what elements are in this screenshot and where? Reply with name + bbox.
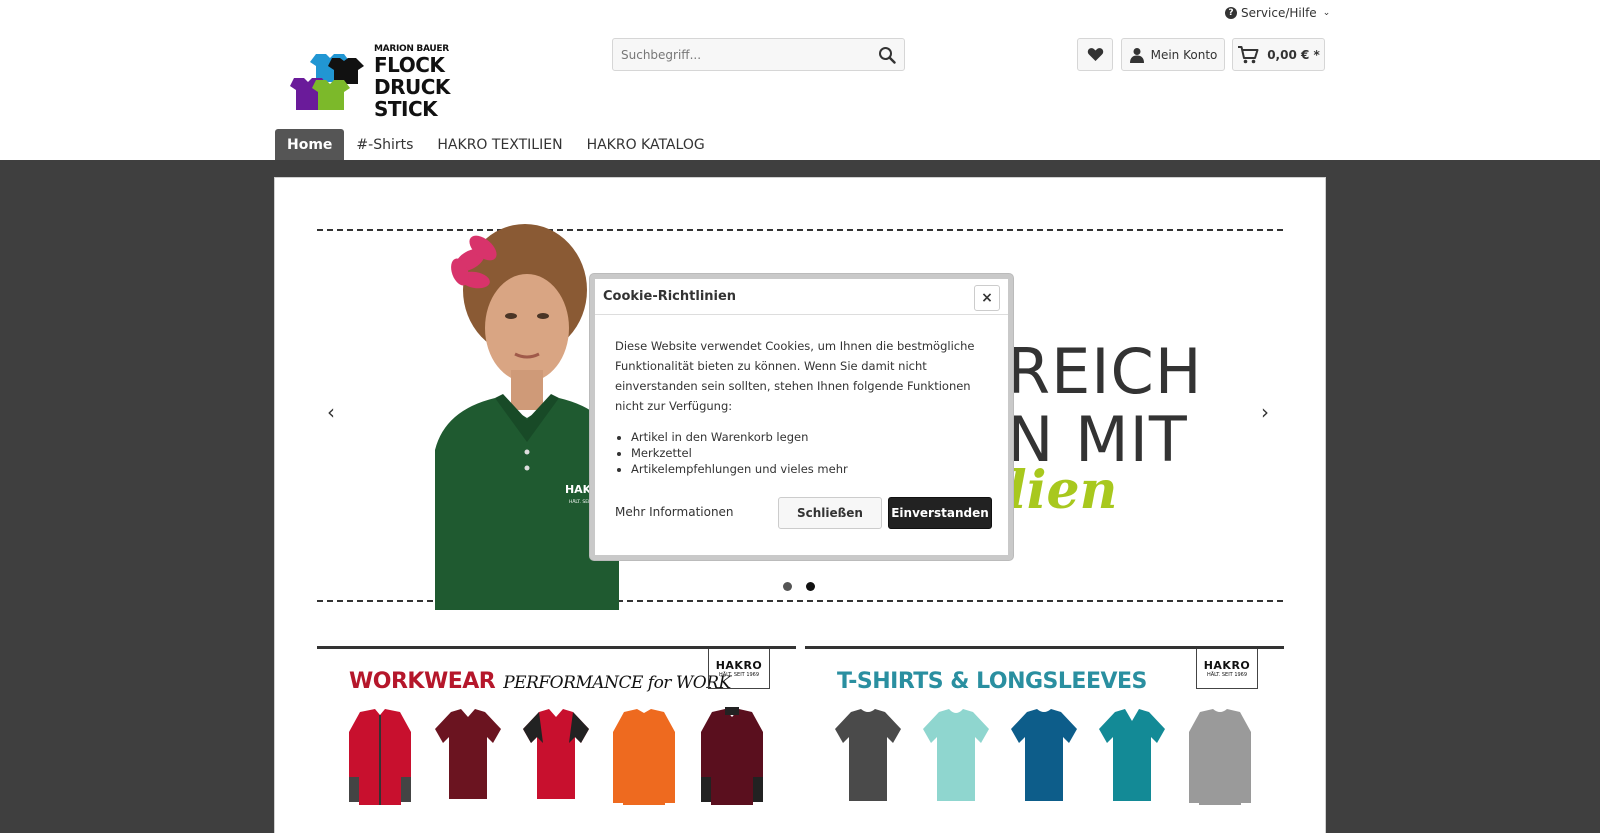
list-item: Merkzettel [631, 445, 848, 461]
list-item: Artikel in den Warenkorb legen [631, 429, 848, 445]
nav-item-hakro-katalog[interactable]: HAKRO KATALOG [575, 129, 717, 160]
site-header: ? Service/Hilfe ⌄ MARION BAUER FLOCK DRU… [0, 0, 1600, 160]
cookie-accept-button[interactable]: Einverstanden [888, 497, 992, 529]
hakro-badge-tagline: HÄLT. SEIT 1969 [718, 672, 760, 678]
list-item: Artikelempfehlungen und vieles mehr [631, 461, 848, 477]
more-info-link[interactable]: Mehr Informationen [615, 505, 734, 519]
slide-headline: REICH N MIT [1007, 338, 1202, 474]
cookie-modal-title: Cookie-Richtlinien [603, 289, 737, 304]
wishlist-button[interactable] [1077, 38, 1113, 71]
site-logo[interactable]: MARION BAUER FLOCK DRUCK STICK [288, 42, 458, 120]
shirts-logo-icon [290, 54, 364, 110]
hakro-badge-text: HAKRO [1203, 659, 1251, 672]
polo-bordeaux-image [435, 709, 501, 799]
main-navigation: Home #-Shirts HAKRO TEXTILIEN HAKRO KATA… [275, 129, 717, 160]
nav-item-shirts[interactable]: #-Shirts [344, 129, 425, 160]
close-icon[interactable]: × [974, 285, 1000, 311]
workwear-garments [345, 707, 767, 807]
nav-item-home[interactable]: Home [275, 129, 345, 160]
tshirts-banner[interactable]: T-SHIRTS & LONGSLEEVES HAKRO HÄLT. SEIT … [805, 646, 1284, 833]
slide-script-text: lien [1007, 460, 1118, 521]
cookie-close-button[interactable]: Schließen [778, 497, 882, 529]
slider-dot-2[interactable] [806, 582, 815, 591]
jacket-red-image [349, 709, 411, 805]
tshirt-mint-image [923, 709, 989, 801]
cookie-modal: Cookie-Richtlinien × Diese Website verwe… [590, 274, 1013, 560]
slide-headline-line-1: REICH [1007, 335, 1203, 408]
tshirts-title: T-SHIRTS & LONGSLEEVES [837, 669, 1147, 694]
sweater-bordeaux-image [701, 707, 763, 805]
workwear-banner[interactable]: WORKWEAR PERFORMANCE for WORK HAKRO HÄLT.… [317, 646, 796, 833]
tshirt-teal-image [1099, 709, 1165, 801]
service-menu[interactable]: ? Service/Hilfe ⌄ [1225, 6, 1330, 20]
cart-icon [1238, 45, 1259, 63]
search-input[interactable] [613, 39, 870, 70]
longsleeve-orange-image [613, 709, 675, 805]
hakro-badge-tagline: HÄLT. SEIT 1969 [1206, 672, 1248, 678]
chevron-down-icon: ⌄ [1322, 8, 1331, 18]
cart-button[interactable]: 0,00 € * [1232, 38, 1325, 71]
workwear-title: WORKWEAR [349, 669, 496, 694]
logo-line-2: DRUCK [374, 75, 450, 99]
longsleeve-grey-image [1189, 709, 1251, 805]
workwear-subtitle: PERFORMANCE for WORK [503, 673, 731, 693]
tshirts-banner-title: T-SHIRTS & LONGSLEEVES [837, 669, 1147, 694]
hakro-badge: HAKRO HÄLT. SEIT 1969 [708, 649, 770, 689]
nav-item-hakro-textilien[interactable]: HAKRO TEXTILIEN [425, 129, 574, 160]
hakro-badge: HAKRO HÄLT. SEIT 1969 [1196, 649, 1258, 689]
logo-line-3: STICK [374, 97, 438, 121]
slider-next-arrow-icon[interactable]: › [1255, 400, 1275, 424]
account-label: Mein Konto [1150, 47, 1218, 62]
cookie-modal-header: Cookie-Richtlinien × [595, 279, 1008, 315]
cookie-feature-list: Artikel in den Warenkorb legen Merkzette… [631, 429, 848, 477]
polo-red-black-image [523, 709, 589, 799]
service-label: Service/Hilfe [1241, 6, 1317, 20]
search-bar [612, 38, 905, 71]
workwear-banner-title: WORKWEAR PERFORMANCE for WORK [349, 669, 731, 694]
user-icon [1129, 47, 1144, 63]
slider-dot-1[interactable] [783, 582, 792, 591]
cookie-modal-text: Diese Website verwendet Cookies, um Ihne… [615, 339, 975, 413]
cart-total: 0,00 € * [1267, 47, 1320, 62]
slider-dots [783, 582, 815, 591]
tshirt-petrol-image [1011, 709, 1077, 801]
search-icon[interactable] [870, 39, 904, 70]
heart-icon [1087, 48, 1103, 61]
help-icon: ? [1225, 7, 1237, 19]
slider-prev-arrow-icon[interactable]: ‹ [321, 400, 341, 424]
account-button[interactable]: Mein Konto [1121, 38, 1225, 71]
tshirt-anthracite-image [835, 709, 901, 801]
tshirt-garments [833, 707, 1255, 807]
hakro-badge-text: HAKRO [715, 659, 763, 672]
logo-line-1: FLOCK [374, 53, 445, 77]
